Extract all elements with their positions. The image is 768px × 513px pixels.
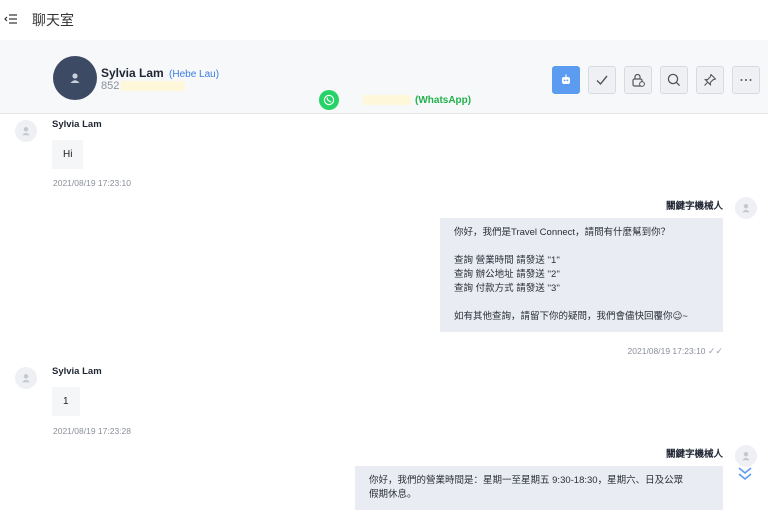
message-text: 1 — [63, 396, 69, 407]
sender-avatar — [15, 367, 37, 389]
page-title: 聊天室 — [32, 13, 74, 29]
message-timestamp: 2021/08/19 17:23:10 — [53, 178, 131, 188]
user-icon — [22, 127, 30, 136]
contact-avatar[interactable] — [53, 56, 97, 100]
message-line: 你好，我們的營業時間是：星期一至星期五 9:30-18:30，星期六、日及公眾 — [369, 475, 684, 486]
read-receipt-icon: ✓✓ — [707, 346, 723, 356]
lock-button[interactable] — [624, 66, 652, 94]
contact-name: Sylvia Lam — [101, 66, 164, 80]
message-timestamp: 2021/08/19 17:23:28 — [53, 426, 131, 436]
whatsapp-icon — [319, 90, 339, 110]
top-bar: 聊天室 — [0, 0, 768, 40]
message-line: 如有其他查詢，請留下你的疑問，我們會儘快回覆你😉~ — [454, 311, 688, 322]
sender-avatar — [15, 120, 37, 142]
chat-header: Sylvia Lam (Hebe Lau) 852 (WhatsApp) — [0, 40, 768, 114]
contact-name-row: Sylvia Lam (Hebe Lau) — [101, 66, 219, 80]
contact-phone-row: 852 — [101, 80, 186, 92]
menu-collapse-icon[interactable] — [4, 12, 18, 26]
pin-button[interactable] — [696, 66, 724, 94]
message-line: 查詢 付款方式 請發送 ''3'' — [454, 283, 560, 294]
user-icon — [742, 452, 750, 461]
message-timestamp: 2021/08/19 17:23:10 — [627, 346, 706, 356]
pin-icon — [704, 73, 717, 86]
sender-name: Sylvia Lam — [52, 366, 102, 377]
search-icon — [667, 73, 681, 87]
sender-name: Sylvia Lam — [52, 119, 102, 130]
message-line: 你好，我們是Travel Connect，請問有什麼幫到你？ — [454, 227, 671, 238]
bot-avatar — [735, 197, 757, 219]
message-timestamp-row: 2021/08/19 17:23:10 ✓✓ — [628, 346, 723, 357]
contact-phone: 852 — [101, 80, 120, 92]
user-icon — [70, 73, 80, 83]
phone-redaction — [121, 81, 186, 92]
search-button[interactable] — [660, 66, 688, 94]
message-bubble[interactable]: 你好，我們的營業時間是：星期一至星期五 9:30-18:30，星期六、日及公眾 … — [355, 466, 723, 510]
message-line: 假期休息。 — [369, 489, 417, 500]
more-icon — [740, 79, 752, 81]
sender-name: 關鍵字機械人 — [665, 201, 723, 212]
message-list[interactable]: Sylvia Lam Hi 2021/08/19 17:23:10 關鍵字機械人… — [0, 114, 768, 513]
message-line — [454, 240, 709, 254]
channel-row: (WhatsApp) — [319, 90, 471, 110]
bot-button[interactable] — [552, 66, 580, 94]
user-icon — [22, 374, 30, 383]
more-button[interactable] — [732, 66, 760, 94]
user-icon — [742, 204, 750, 213]
message-text: Hi — [63, 149, 73, 160]
channel-redaction — [363, 95, 411, 105]
scroll-to-bottom-icon[interactable] — [736, 463, 754, 483]
channel-label: (WhatsApp) — [415, 94, 472, 106]
sender-name: 關鍵字機械人 — [665, 449, 723, 460]
bot-icon — [562, 74, 570, 84]
contact-alias: (Hebe Lau) — [169, 69, 220, 80]
message-bubble[interactable]: Hi — [52, 140, 84, 169]
chat-toolbar — [552, 66, 760, 94]
message-line — [454, 296, 709, 310]
message-bubble[interactable]: 1 — [52, 387, 80, 416]
message-line: 查詢 辦公地址 請發送 ''2'' — [454, 269, 560, 280]
message-bubble[interactable]: 你好，我們是Travel Connect，請問有什麼幫到你？ 查詢 營業時間 請… — [440, 218, 723, 332]
check-icon — [596, 75, 608, 86]
lock-icon — [632, 73, 645, 87]
message-line: 查詢 營業時間 請發送 ''1'' — [454, 255, 560, 266]
resolve-button[interactable] — [588, 66, 616, 94]
